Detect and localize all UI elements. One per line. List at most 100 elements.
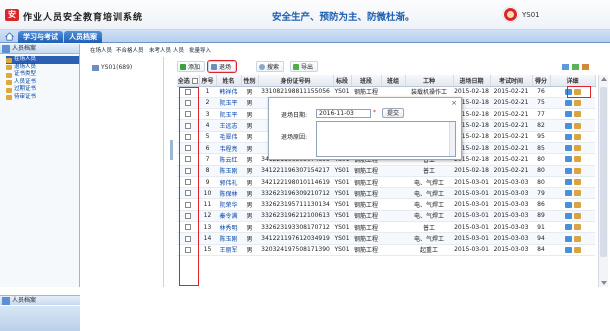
scroll-thumb[interactable] [600,87,607,257]
view-detail-icon[interactable] [564,235,572,242]
table-row[interactable]: 13 林秀明男 332623193308170712 YS01 钢筋工程 普工 2015-0… [177,221,595,234]
view-detail-icon[interactable] [564,145,572,152]
cell-name[interactable]: 阮玉平 [216,108,241,121]
export-button[interactable]: 导出 [290,61,319,72]
view-detail-icon[interactable] [564,122,572,129]
table-row[interactable]: 14 陈玉刚男 341221197612034919 YS01 钢筋工程 电、气焊工 201… [177,232,595,245]
cell-name[interactable]: 陈玉刚 [216,232,241,245]
cell-name[interactable]: 陈云红 [216,153,241,166]
table-row[interactable]: 12 秦令满男 332623196212100613 YS01 钢筋工程 电、气焊工 201… [177,210,595,223]
person-card-icon[interactable] [573,224,581,231]
col-score[interactable]: 得分 [532,75,551,87]
sidebar-item-pending-cert[interactable]: 待审证书 [6,94,79,102]
person-card-icon[interactable] [573,167,581,174]
person-card-icon[interactable] [573,190,581,197]
view-detail-icon[interactable] [564,246,572,253]
inner-tab-onsite[interactable]: 在场人员 [88,47,114,56]
person-card-icon[interactable] [573,212,581,219]
view-detail-icon[interactable] [564,156,572,163]
home-icon[interactable] [5,32,14,41]
col-trade[interactable]: 工种 [405,75,454,87]
table-row[interactable]: 10 陈保林男 332623196309210712 YS01 钢筋工程 电、气焊工 201… [177,187,595,200]
col-gender[interactable]: 性别 [241,75,259,87]
user-avatar-icon[interactable] [503,7,518,22]
cell-name[interactable]: 林秀明 [216,221,241,234]
sidebar-item-onsite[interactable]: 在场人员 [6,56,79,64]
person-card-icon[interactable] [573,235,581,242]
sidebar-bottom-header[interactable]: 人员档案 [0,295,80,305]
add-button[interactable]: 添加 [177,61,206,72]
cell-name[interactable]: 陈保林 [216,187,241,200]
person-card-icon[interactable] [573,156,581,163]
exit-date-input[interactable]: 2016-11-03 [316,109,371,118]
username-label[interactable]: YS01 [522,11,540,19]
sidebar-item-expired-cert[interactable]: 过期证书 [6,86,79,94]
tab-personnel-archive[interactable]: 人员档案 [64,31,102,43]
view-detail-icon[interactable] [564,224,572,231]
view-detail-icon[interactable] [564,133,572,140]
cell-name[interactable]: 陈玉刚 [216,165,241,177]
person-card-icon[interactable] [573,122,581,129]
person-card-icon[interactable] [573,246,581,253]
view-detail-icon[interactable] [564,201,572,208]
person-card-icon[interactable] [573,179,581,186]
exit-reason-textarea[interactable] [316,121,456,157]
table-row[interactable]: 15 王丽军男 320324197508171390 YS01 钢筋工程 起重工 2015-… [177,244,595,256]
sidebar-item-exited[interactable]: 退场人员 [6,64,79,72]
person-card-icon[interactable] [573,133,581,140]
col-name[interactable]: 姓名 [216,75,242,87]
dialog-close-icon[interactable]: × [451,99,457,107]
sidebar-header[interactable]: 人员档案 [0,44,79,54]
table-row[interactable]: 1 韩祥伟男 331082198811155056 YS01 钢筋工程 装载机操作工 201… [177,86,595,98]
person-card-icon[interactable] [573,111,581,118]
cell-name[interactable]: 毛翠伟 [216,131,241,143]
select-all-checkbox[interactable] [191,78,198,85]
sidebar-item-cert-type[interactable]: 证书类型 [6,71,79,79]
cell-name[interactable]: 韩祥伟 [216,86,241,98]
col-entry-date[interactable]: 进场日期 [453,75,491,87]
col-id-number[interactable]: 身份证号码 [258,75,334,87]
view-detail-icon[interactable] [564,111,572,118]
textarea-scrollbar[interactable] [449,122,455,156]
view-detail-icon[interactable] [564,167,572,174]
table-row[interactable]: 9 郭伟礼男 342122198010114619 YS01 钢筋工程 电、气焊工 2015… [177,176,595,189]
cell-name[interactable]: 郭伟礼 [216,176,241,189]
scroll-up-icon[interactable] [601,77,607,81]
cell-name[interactable]: 韦程亮 [216,142,241,155]
inner-tab-untested[interactable]: 未考人员 [147,47,173,56]
cell-name[interactable]: 秦令满 [216,210,241,223]
col-team[interactable]: 班组 [381,75,406,87]
search-button[interactable]: 搜索 [256,61,285,72]
dialog-submit-button[interactable]: 提交 [382,108,405,118]
cell-name[interactable]: 王丽军 [216,244,241,256]
cell-name[interactable]: 王远志 [216,119,241,132]
inner-tab-personnel[interactable]: 人员 [171,47,186,56]
view-detail-icon[interactable] [564,212,572,219]
print-icon[interactable] [582,64,589,70]
cell-name[interactable]: 阮玉平 [216,97,241,110]
scroll-down-icon[interactable] [601,281,607,285]
person-card-icon[interactable] [573,99,581,106]
col-select-all[interactable]: 全选 [177,75,200,87]
col-segment[interactable]: 班段 [351,75,382,87]
view-detail-icon[interactable] [564,99,572,106]
col-exam-time[interactable]: 考试时间 [490,75,533,87]
inner-tab-batch-import[interactable]: 批量导入 [187,47,213,56]
refresh-icon[interactable] [562,64,569,70]
exit-button[interactable]: 退场 [206,60,238,73]
view-detail-icon[interactable] [564,190,572,197]
tab-study-exam[interactable]: 学习与考试 [18,31,63,43]
view-detail-icon[interactable] [564,179,572,186]
panel-splitter[interactable] [170,140,173,160]
org-tree-root[interactable]: YS01(689) [92,64,132,71]
excel-icon[interactable] [572,64,579,70]
table-row[interactable]: 11 阮荣华男 332623195711130134 YS01 钢筋工程 电、气焊工 201… [177,198,595,211]
table-row[interactable]: 8 陈玉刚男 341221196307154217 YS01 钢筋工程 普工 2015-02… [177,165,595,177]
col-section[interactable]: 标段 [333,75,352,87]
cell-name[interactable]: 阮荣华 [216,198,241,211]
inner-tab-failed[interactable]: 不合格人员 [114,47,146,56]
table-scrollbar[interactable] [598,75,608,287]
person-card-icon[interactable] [573,145,581,152]
person-card-icon[interactable] [573,201,581,208]
sidebar-item-person-cert[interactable]: 人员证书 [6,79,79,87]
